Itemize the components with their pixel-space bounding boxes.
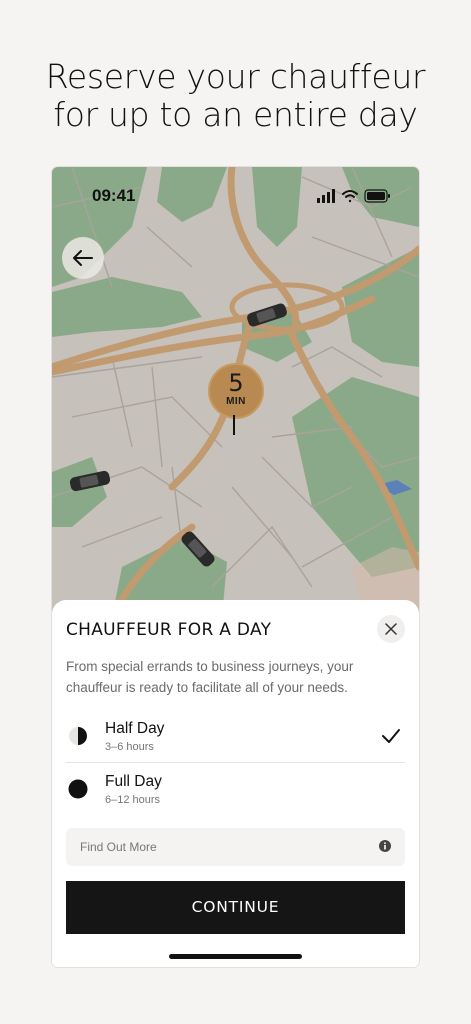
headline: Reserve your chauffeur for up to an enti… [0, 58, 471, 134]
option-sub: 3–6 hours [105, 741, 154, 753]
arrow-left-icon [73, 250, 93, 266]
eta-badge: 5 MIN [208, 363, 264, 419]
status-icons [317, 189, 390, 203]
close-icon [385, 623, 397, 635]
option-sub: 6–12 hours [105, 794, 161, 806]
status-time: 09:41 [92, 186, 136, 205]
eta-pin: 5 MIN [208, 363, 264, 443]
eta-unit: MIN [226, 396, 246, 407]
full-circle-icon [68, 779, 88, 799]
option-half-day[interactable]: Half Day 3–6 hours [66, 710, 405, 763]
checkmark-icon [382, 729, 400, 743]
bottom-sheet: CHAUFFEUR FOR A DAY From special errands… [52, 600, 419, 967]
find-out-more-button[interactable]: Find Out More [66, 828, 405, 866]
wifi-icon [342, 190, 358, 203]
headline-line-2: for up to an entire day [53, 95, 418, 134]
sheet-description: From special errands to business journey… [66, 659, 354, 695]
battery-icon [364, 189, 390, 203]
info-icon [379, 840, 391, 852]
home-indicator [169, 954, 302, 959]
eta-value: 5 [228, 369, 244, 397]
find-out-more-label: Find Out More [80, 840, 157, 854]
cellular-signal-icon [317, 189, 335, 203]
close-button[interactable] [377, 615, 405, 643]
headline-line-1: Reserve your chauffeur [45, 57, 426, 96]
half-circle-icon [69, 727, 87, 745]
continue-button[interactable]: CONTINUE [66, 881, 405, 934]
status-bar: 09:41 [52, 181, 419, 209]
back-button[interactable] [62, 237, 104, 279]
option-label: Half Day [105, 720, 165, 737]
sheet-title: CHAUFFEUR FOR A DAY [66, 620, 272, 640]
option-full-day[interactable]: Full Day 6–12 hours [66, 763, 405, 815]
pin-stick [233, 415, 235, 435]
phone-frame: 09:41 5 MIN CHAUFFEUR FOR A DAY From spe… [52, 167, 419, 967]
option-label: Full Day [105, 773, 162, 790]
